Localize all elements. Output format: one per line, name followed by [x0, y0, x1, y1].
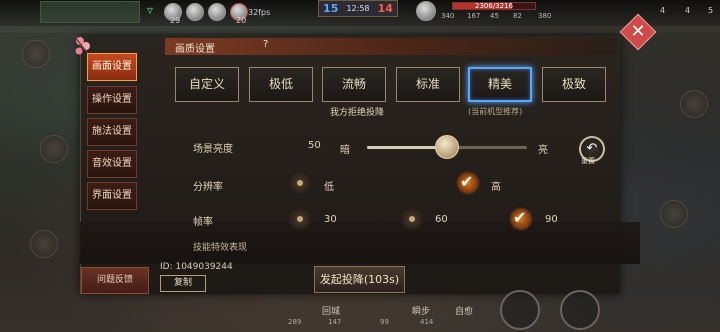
brightness-label: 场景亮度 — [193, 144, 233, 155]
resolution-low-radio[interactable] — [288, 171, 312, 195]
brightness-slider-handle[interactable] — [435, 135, 459, 159]
bottom-stat: 99 — [380, 318, 389, 326]
resolution-high-label: 高 — [491, 182, 501, 193]
blue-team-score: 15 — [323, 2, 339, 15]
framerate-60-label: 60 — [435, 214, 448, 225]
flash-skill-label: 瞬步 — [412, 307, 431, 317]
quality-option-custom[interactable]: 自定义 — [175, 67, 239, 102]
quality-section-header: 画质设置 ? — [165, 38, 617, 55]
hero-hp-text: 2306/3216 — [475, 2, 513, 10]
checkmark-icon: ✔ — [460, 172, 474, 191]
quality-option-fine[interactable]: 精美 — [468, 67, 532, 102]
fps-readout: 32fps — [248, 8, 271, 17]
settings-footer-bar — [80, 222, 640, 264]
surrender-refused-notice: 我方拒绝投降 — [330, 108, 385, 118]
stat-speed: 380 — [538, 12, 552, 20]
brightness-min-label: 暗 — [340, 145, 350, 156]
recall-skill-label: 回城 — [322, 307, 341, 317]
tab-cast-settings[interactable]: 施法设置 — [87, 118, 137, 146]
resolution-high-radio[interactable]: ✔ — [456, 171, 480, 195]
tab-interface-settings[interactable]: 界面设置 — [87, 182, 137, 210]
bottom-stat: 414 — [420, 318, 434, 326]
stat-attack: 340 — [441, 12, 455, 20]
tab-sound-settings[interactable]: 音效设置 — [87, 150, 137, 178]
undo-arrow-icon: ↶ — [586, 141, 598, 156]
framerate-30-radio[interactable] — [288, 207, 312, 231]
stat-magic-resist: 82 — [513, 12, 522, 20]
close-icon: ✕ — [630, 21, 646, 42]
teammate-level: 20 — [236, 16, 247, 25]
checkmark-icon: ✔ — [513, 208, 527, 227]
wifi-icon: ▿ — [147, 3, 154, 17]
tab-display-settings[interactable]: 画面设置 — [87, 53, 137, 81]
red-team-score: 14 — [377, 2, 393, 15]
resolution-low-label: 低 — [324, 182, 334, 193]
hero-hp-bar: 2306/3216 — [452, 2, 536, 10]
bottom-stat: 289 — [288, 318, 302, 326]
quality-option-extreme[interactable]: 极致 — [542, 67, 606, 102]
recommended-note: (当前机型推荐) — [468, 107, 523, 116]
heal-skill-label: 自愈 — [455, 307, 474, 317]
teammate-avatar[interactable] — [186, 3, 204, 21]
quality-option-very-low[interactable]: 极低 — [249, 67, 313, 102]
minimap[interactable] — [40, 1, 140, 23]
skill-button[interactable] — [560, 290, 600, 330]
kills-count: 4 — [660, 6, 666, 15]
quality-option-standard[interactable]: 标准 — [396, 67, 460, 102]
skill-effects-section-title: 技能特效表现 — [193, 243, 248, 253]
match-timer: 12:58 — [346, 4, 370, 13]
teammate-level: 29 — [170, 16, 181, 25]
framerate-90-radio[interactable]: ✔ — [509, 207, 533, 231]
framerate-60-radio[interactable] — [400, 207, 424, 231]
tab-control-settings[interactable]: 操作设置 — [87, 86, 137, 114]
assists-count: 5 — [708, 6, 714, 15]
skill-button[interactable] — [500, 290, 540, 330]
framerate-90-label: 90 — [545, 214, 558, 225]
framerate-label: 帧率 — [193, 217, 213, 228]
top-hud: ▿ 29 20 32fps 15 12:58 14 2306/3216 340 … — [0, 0, 720, 26]
bottom-stat: 147 — [328, 318, 342, 326]
framerate-30-label: 30 — [324, 214, 337, 225]
hero-portrait[interactable] — [416, 1, 436, 21]
reset-label: 重置 — [581, 157, 595, 165]
stat-ability: 167 — [467, 12, 481, 20]
feedback-button[interactable]: 问题反馈 — [81, 267, 149, 294]
brightness-max-label: 亮 — [538, 145, 548, 156]
game-id-text: ID: 1049039244 — [160, 262, 233, 272]
resolution-label: 分辨率 — [193, 182, 223, 193]
quality-section-title: 画质设置 — [175, 44, 215, 55]
copy-id-button[interactable]: 复制 — [160, 275, 206, 292]
stat-armor: 45 — [490, 12, 499, 20]
quality-option-smooth[interactable]: 流畅 — [322, 67, 386, 102]
surrender-button[interactable]: 发起投降(103s) — [314, 266, 405, 293]
score-box: 15 12:58 14 — [318, 0, 398, 17]
teammate-avatar[interactable] — [208, 3, 226, 21]
help-icon[interactable]: ? — [263, 39, 268, 50]
brightness-value: 50 — [308, 140, 321, 151]
deaths-count: 4 — [685, 6, 691, 15]
